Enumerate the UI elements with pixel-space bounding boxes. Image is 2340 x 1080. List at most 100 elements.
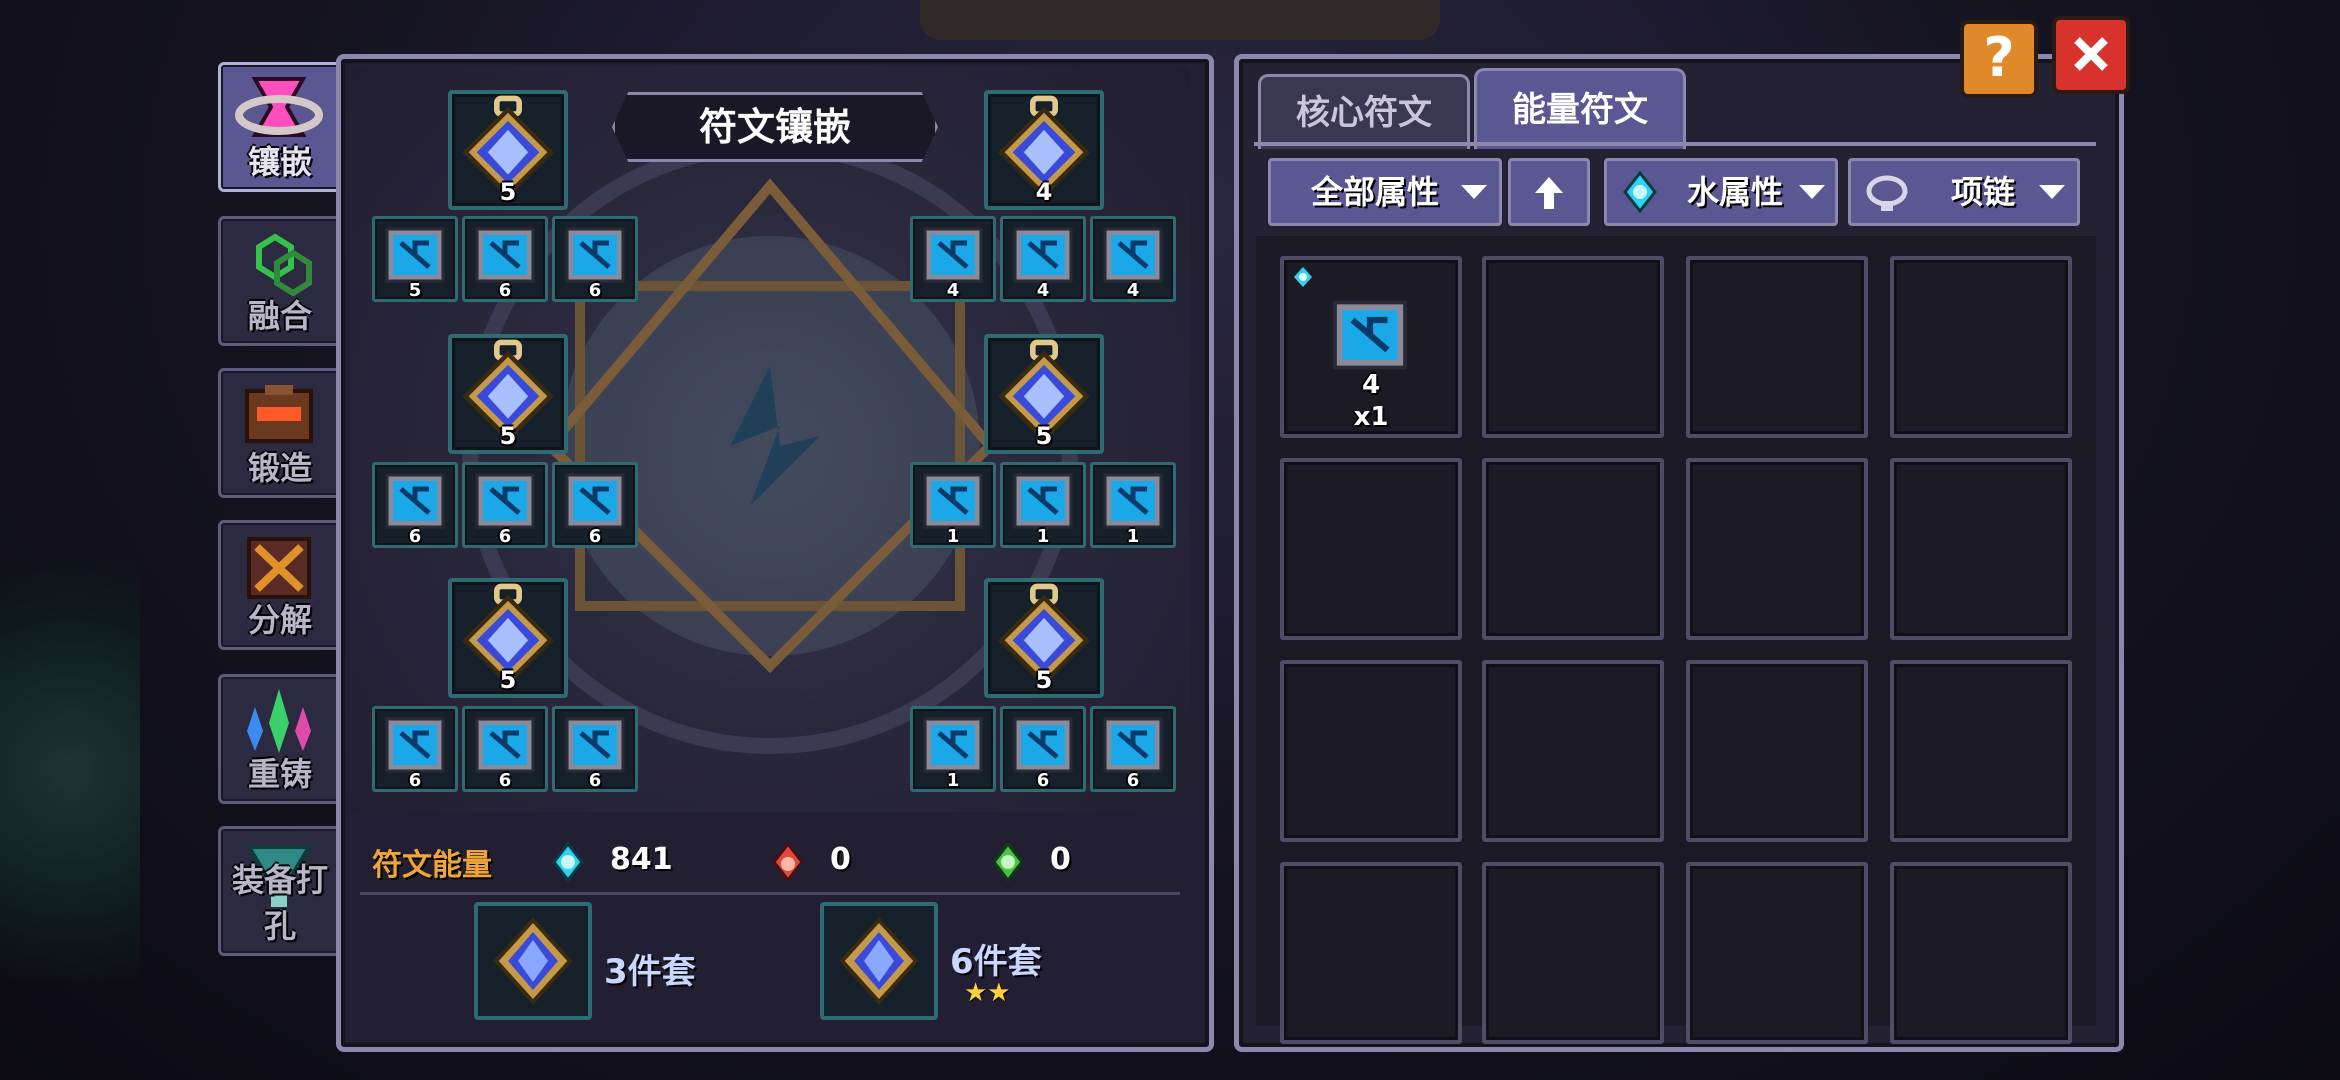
side-tab-label: 融合 xyxy=(247,297,312,335)
side-tab-fusion[interactable]: 融合 xyxy=(218,216,342,346)
necklace-icon xyxy=(1866,175,1908,211)
energy-rune-slot[interactable]: 6 xyxy=(552,216,638,302)
rune-level: 6 xyxy=(1036,770,1050,791)
water-energy-value: 841 xyxy=(610,842,673,877)
up-arrow-icon xyxy=(1535,177,1563,209)
inventory-slot[interactable] xyxy=(1686,458,1868,640)
item-count: x1 xyxy=(1353,402,1389,432)
all-attributes-label: 全部属性 xyxy=(1311,173,1440,211)
inventory-slot[interactable] xyxy=(1482,256,1664,438)
side-tab-decompose[interactable]: 分解 xyxy=(218,520,342,650)
side-tab-inlay[interactable]: 镶嵌 xyxy=(218,62,342,192)
rune-level: 1 xyxy=(946,770,960,791)
side-tab-label: 分解 xyxy=(247,601,312,639)
inventory-slot[interactable] xyxy=(1890,458,2072,640)
rune-level: 4 xyxy=(1036,280,1050,301)
energy-rune-slot[interactable]: 1 xyxy=(910,706,996,792)
inventory-slot[interactable] xyxy=(1686,862,1868,1044)
rune-level: 6 xyxy=(588,770,602,791)
core-rune-slot[interactable]: 5 xyxy=(448,90,568,210)
side-tab-recast[interactable]: 重铸 xyxy=(218,674,342,804)
rune-level: 6 xyxy=(408,526,422,547)
energy-rune-slot[interactable]: 1 xyxy=(910,462,996,548)
inventory-slot[interactable] xyxy=(1280,862,1462,1044)
inventory-slot[interactable] xyxy=(1890,660,2072,842)
core-rune-slot[interactable]: 5 xyxy=(984,334,1104,454)
help-button[interactable]: ? xyxy=(1960,20,2038,98)
rune-level: 6 xyxy=(498,770,512,791)
energy-rune-slot[interactable]: 6 xyxy=(552,462,638,548)
water-element-icon xyxy=(1623,171,1657,213)
energy-rune-slot[interactable]: 5 xyxy=(372,216,458,302)
inventory-slot[interactable] xyxy=(1890,256,2072,438)
close-button[interactable] xyxy=(2052,16,2130,94)
energy-rune-slot[interactable]: 6 xyxy=(1090,706,1176,792)
rune-level: 6 xyxy=(498,526,512,547)
set-bonus-6-label: 6件套 xyxy=(950,942,1042,982)
inventory-slot[interactable]: 4 x1 xyxy=(1280,256,1462,438)
inventory-slot[interactable] xyxy=(1482,660,1664,842)
energy-rune-slot[interactable]: 6 xyxy=(552,706,638,792)
energy-rune-slot[interactable]: 6 xyxy=(462,706,548,792)
fire-energy-icon xyxy=(772,842,804,882)
energy-rune-slot[interactable]: 1 xyxy=(1090,462,1176,548)
side-tab-forge[interactable]: 锻造 xyxy=(218,368,342,498)
set-bonus-6-stars: ★★ xyxy=(964,978,1011,1008)
energy-rune-slot[interactable]: 6 xyxy=(372,706,458,792)
rune-level: 4 xyxy=(1126,280,1140,301)
side-tab-label: 重铸 xyxy=(247,755,312,793)
rune-level: 5 xyxy=(499,178,517,206)
energy-divider xyxy=(360,892,1180,895)
core-rune-slot[interactable]: 5 xyxy=(448,578,568,698)
element-filter-dropdown[interactable]: 水属性 xyxy=(1604,158,1838,226)
all-attributes-dropdown[interactable]: 全部属性 xyxy=(1268,158,1502,226)
tab-energy-runes[interactable]: 能量符文 xyxy=(1474,68,1686,149)
water-energy-icon xyxy=(552,842,584,882)
slot-type-dropdown[interactable]: 项链 xyxy=(1848,158,2080,226)
rune-level: 1 xyxy=(1036,526,1050,547)
nature-energy-value: 0 xyxy=(1050,842,1071,877)
rune-level: 6 xyxy=(588,526,602,547)
core-rune-slot[interactable]: 5 xyxy=(984,578,1104,698)
inventory-slot[interactable] xyxy=(1890,862,2072,1044)
energy-rune-slot[interactable]: 6 xyxy=(462,462,548,548)
inventory-slot[interactable] xyxy=(1280,458,1462,640)
energy-rune-slot[interactable]: 6 xyxy=(372,462,458,548)
side-tab-drill[interactable]: 装备打孔 xyxy=(218,826,342,956)
inventory-slot[interactable] xyxy=(1686,660,1868,842)
core-rune-slot[interactable]: 4 xyxy=(984,90,1104,210)
close-icon xyxy=(2074,37,2108,71)
tab-core-runes[interactable]: 核心符文 xyxy=(1258,74,1470,149)
rune-core-gem-icon xyxy=(839,917,919,1005)
inventory-slot[interactable] xyxy=(1482,458,1664,640)
nature-energy-icon xyxy=(992,842,1024,882)
side-tab-label: 镶嵌 xyxy=(247,143,312,181)
inventory-slot[interactable] xyxy=(1482,862,1664,1044)
question-icon: ? xyxy=(1983,26,2015,89)
rune-level: 4 xyxy=(1035,178,1053,206)
rune-energy-label: 符文能量 xyxy=(372,848,492,883)
side-tab-label: 锻造 xyxy=(247,449,312,487)
chevron-down-icon xyxy=(1799,185,1825,199)
energy-rune-slot[interactable]: 4 xyxy=(910,216,996,302)
fire-energy-value: 0 xyxy=(830,842,851,877)
set-bonus-3-slot[interactable] xyxy=(474,902,592,1020)
energy-rune-slot[interactable]: 6 xyxy=(1000,706,1086,792)
energy-rune-slot[interactable]: 4 xyxy=(1000,216,1086,302)
energy-rune-slot[interactable]: 6 xyxy=(462,216,548,302)
sort-button[interactable] xyxy=(1508,158,1590,226)
tab-underline xyxy=(1254,142,2096,146)
energy-rune-slot[interactable]: 4 xyxy=(1090,216,1176,302)
rune-level: 4 xyxy=(946,280,960,301)
inventory-slot[interactable] xyxy=(1280,660,1462,842)
inventory-slot[interactable] xyxy=(1686,256,1868,438)
background-tree xyxy=(0,560,140,980)
rune-level: 6 xyxy=(588,280,602,301)
set-bonus-6-slot[interactable] xyxy=(820,902,938,1020)
side-tab-label: 装备打孔 xyxy=(231,861,328,945)
chevron-down-icon xyxy=(2039,185,2065,199)
rune-level: 5 xyxy=(408,280,422,301)
energy-rune-slot[interactable]: 1 xyxy=(1000,462,1086,548)
rune-level: 5 xyxy=(1035,666,1053,694)
core-rune-slot[interactable]: 5 xyxy=(448,334,568,454)
